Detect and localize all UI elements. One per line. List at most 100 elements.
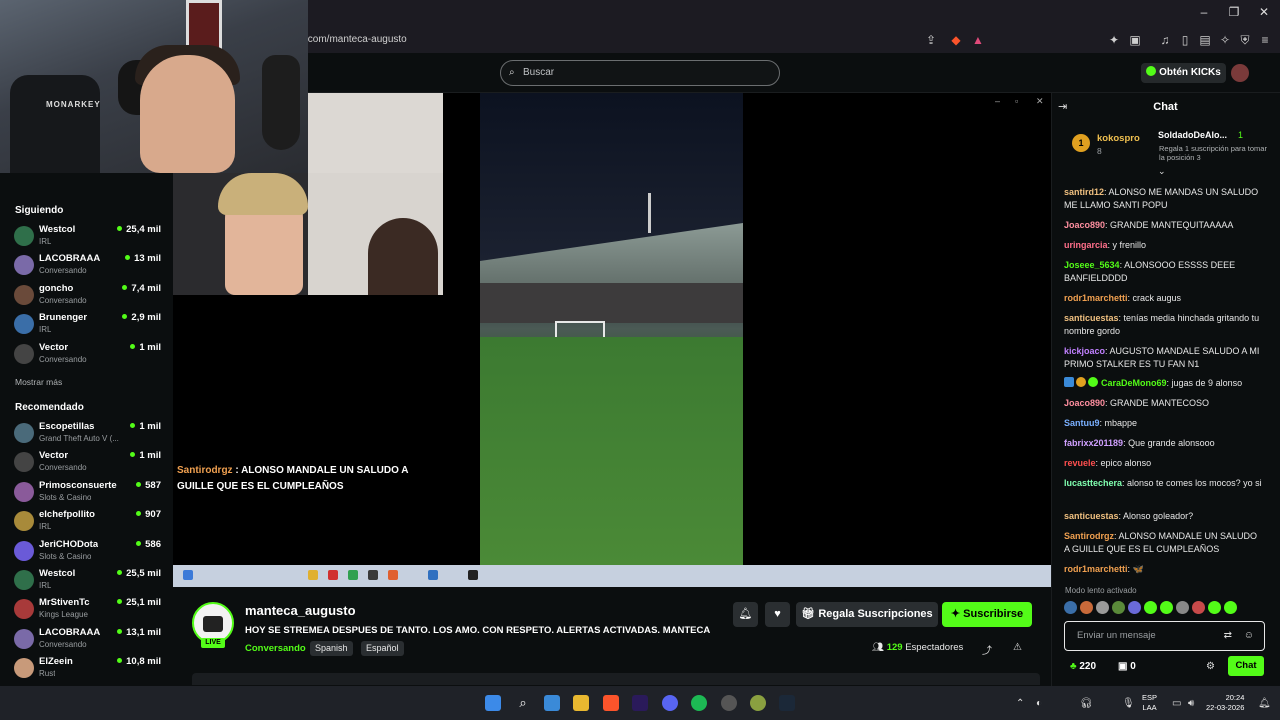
tray-overflow-icon[interactable]: ⌃	[1016, 698, 1024, 709]
share-icon[interactable]: ⇪	[923, 32, 939, 48]
search-icon[interactable]: ⌕	[515, 695, 531, 711]
chat-username[interactable]: Joaco890	[1064, 220, 1105, 230]
chat-username[interactable]: santird12	[1064, 187, 1104, 197]
address-bar[interactable]: k.com/manteca-augusto	[300, 30, 960, 50]
chat-username[interactable]: Santuu9	[1064, 418, 1100, 428]
screenshot-icon[interactable]: ▣	[1127, 32, 1143, 48]
wallet-icon[interactable]: ▤	[1197, 32, 1213, 48]
channel-category: IRL	[39, 325, 52, 335]
minimize-icon[interactable]: –	[1196, 4, 1212, 20]
chat-input[interactable]: Enviar un mensaje ⇄ ☺	[1064, 621, 1265, 651]
chat-username[interactable]: uringarcia	[1064, 240, 1108, 250]
chat-username[interactable]: revuele	[1064, 458, 1096, 468]
avatar[interactable]	[1231, 64, 1249, 82]
volume-icon[interactable]: 🔊︎	[1188, 698, 1194, 709]
show-more-link[interactable]: Mostrar más	[15, 377, 62, 387]
sidebar-channel-primosconsuerte[interactable]: Primosconsuerte Slots & Casino 587	[0, 478, 173, 507]
clock[interactable]: 20:24 22-03-2026	[1206, 693, 1244, 713]
channel-name[interactable]: manteca_augusto	[245, 603, 356, 618]
inventory-count[interactable]: ▣ 0	[1118, 661, 1136, 672]
gear-icon[interactable]: ⚙	[1206, 661, 1215, 672]
scroll-down-icon[interactable]: ⌄	[1158, 166, 1166, 177]
menu-icon[interactable]: ≡	[1257, 32, 1273, 48]
notification-bell-button[interactable]: 🔔︎	[733, 602, 758, 627]
close-icon[interactable]: ✕	[1256, 4, 1272, 20]
headset-icon[interactable]: 🎧︎	[1080, 698, 1093, 709]
follow-heart-button[interactable]: ♥	[765, 602, 790, 627]
brave-shield-icon[interactable]: ◆	[948, 32, 964, 48]
sidebar-channel-elchefpollito[interactable]: elchefpollito IRL 907	[0, 507, 173, 536]
rewards-icon[interactable]: ▲	[970, 32, 986, 48]
sidebar-channel-lacobraaa[interactable]: LACOBRAAA Conversando 13 mil	[0, 251, 173, 280]
file-explorer-icon[interactable]	[573, 695, 589, 711]
report-icon[interactable]: ⚠	[1013, 642, 1022, 653]
tray-app-icon[interactable]: ◐	[1036, 698, 1042, 709]
chat-username[interactable]: fabrixx201189	[1064, 438, 1123, 448]
language-indicator[interactable]: ESP LAA	[1142, 693, 1157, 713]
chat-username[interactable]: Santirodrgz	[1064, 531, 1114, 541]
vpn-icon[interactable]: ⛨	[1237, 32, 1253, 48]
chat-text: : jugas de 9 alonso	[1166, 378, 1243, 388]
chat-username[interactable]: santicuestas	[1064, 511, 1119, 521]
chat-username[interactable]: Joseee_5634	[1064, 260, 1120, 270]
minimize-video-icon[interactable]: –	[995, 96, 1000, 106]
chat-input-placeholder: Enviar un mensaje	[1077, 630, 1156, 641]
chat-username[interactable]: rodr1marchetti	[1064, 293, 1128, 303]
channel-name: Westcol	[39, 224, 76, 235]
maximize-icon[interactable]: ❐	[1226, 4, 1242, 20]
chat-username[interactable]: lucasttechera	[1064, 478, 1122, 488]
translate-icon[interactable]: ⇄	[1224, 622, 1232, 650]
leo-icon[interactable]: ✧	[1217, 32, 1233, 48]
sidebar-channel-goncho[interactable]: goncho Conversando 7,4 mil	[0, 281, 173, 310]
gallery-icon[interactable]	[544, 695, 560, 711]
spotify-icon[interactable]	[691, 695, 707, 711]
steam-icon[interactable]	[779, 695, 795, 711]
chat-send-button[interactable]: Chat	[1228, 656, 1264, 676]
stream-category[interactable]: Conversando	[245, 643, 306, 654]
get-kicks-button[interactable]: Obtén KICKs	[1141, 63, 1226, 83]
sidebar-channel-elzeein[interactable]: ElZeein Rust 10,8 mil	[0, 654, 173, 683]
gift-subs-button[interactable]: 🎁︎ Regala Suscripciones	[796, 602, 938, 627]
tag-espanol[interactable]: Español	[361, 641, 404, 656]
sidebar-channel-lacobraaa[interactable]: LACOBRAAA Conversando 13,1 mil	[0, 625, 173, 654]
obs-icon[interactable]	[721, 695, 737, 711]
start-icon[interactable]	[485, 695, 501, 711]
emote-bar[interactable]	[1064, 601, 1264, 615]
tag-spanish[interactable]: Spanish	[310, 641, 353, 656]
discord-icon[interactable]	[662, 695, 678, 711]
chat-username[interactable]: santicuestas	[1064, 313, 1119, 323]
premiere-icon[interactable]	[632, 695, 648, 711]
sidebar-channel-westcol[interactable]: Westcol IRL 25,4 mil	[0, 222, 173, 251]
sidebar-channel-brunenger[interactable]: Brunenger IRL 2,9 mil	[0, 310, 173, 339]
restore-video-icon[interactable]: ▫	[1015, 96, 1018, 106]
extensions-icon[interactable]: ✦	[1106, 32, 1122, 48]
chat-username[interactable]: rodr1marchetti	[1064, 564, 1128, 574]
chat-username[interactable]: Joaco890	[1064, 398, 1105, 408]
avatar	[14, 343, 34, 364]
search-input[interactable]: ⌕ Buscar	[500, 60, 780, 86]
notification-icon[interactable]: 🔔︎	[1258, 698, 1271, 709]
about-panel	[192, 673, 1040, 685]
close-video-icon[interactable]: ✕	[1036, 96, 1044, 107]
mic-icon[interactable]: 🎙︎	[1122, 698, 1135, 709]
viewer-count: 587	[136, 480, 161, 491]
sidebar-channel-mrstiventc[interactable]: MrStivenTc Kings League 25,1 mil	[0, 595, 173, 624]
chat-username[interactable]: CaraDeMono69	[1101, 378, 1167, 388]
emoji-icon[interactable]: ☺	[1244, 622, 1254, 650]
share-icon[interactable]: ⤴	[982, 642, 992, 657]
sidebar-channel-vector[interactable]: Vector Conversando 1 mil	[0, 340, 173, 369]
subscribe-button[interactable]: ✦ Suscribirse	[942, 602, 1032, 627]
brave-icon[interactable]	[603, 695, 619, 711]
music-icon[interactable]: ♫	[1157, 32, 1173, 48]
chat-username[interactable]: kickjoaco	[1064, 346, 1105, 356]
sidebar-channel-jerichodota[interactable]: JeriCHODota Slots & Casino 586	[0, 537, 173, 566]
sidebar-toggle-icon[interactable]: ▯	[1177, 32, 1193, 48]
kicks-balance[interactable]: ♣ 220	[1070, 661, 1096, 672]
sidebar-channel-escopetillas[interactable]: Escopetillas Grand Theft Auto V (... 1 mil	[0, 419, 173, 448]
display-icon[interactable]: ▭	[1172, 698, 1181, 709]
avatar	[14, 226, 34, 246]
app-icon[interactable]	[750, 695, 766, 711]
sidebar-channel-westcol[interactable]: Westcol IRL 25,5 mil	[0, 566, 173, 595]
viewer-count: 7,4 mil	[122, 283, 161, 294]
sidebar-channel-vector[interactable]: Vector Conversando 1 mil	[0, 448, 173, 477]
